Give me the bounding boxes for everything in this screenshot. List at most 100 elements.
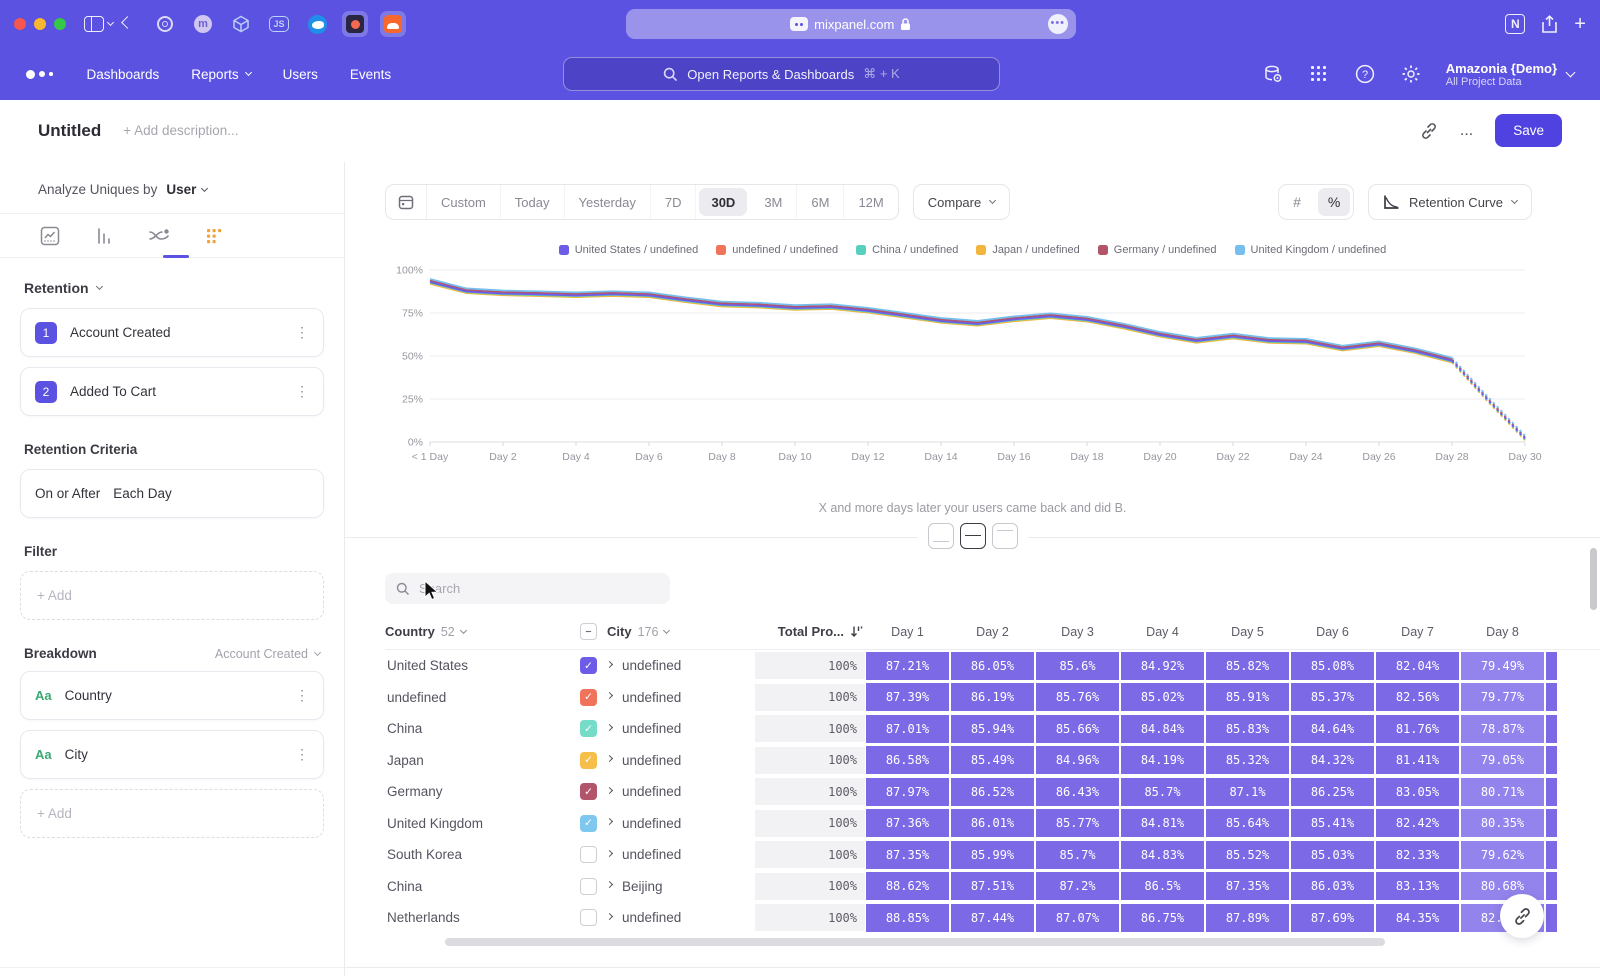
retention-cell-day-3[interactable]: 85.6%	[1036, 652, 1119, 680]
retention-cell-day-8[interactable]: 79.49%	[1461, 652, 1544, 680]
event-step-2[interactable]: 2 Added To Cart ⋮	[20, 367, 324, 416]
retention-cell-day-6[interactable]: 87.69%	[1291, 904, 1374, 932]
legend-item-germany-undefined[interactable]: Germany / undefined	[1098, 244, 1217, 256]
retention-cell-day-1[interactable]: 87.21%	[866, 652, 949, 680]
minimize-window-button[interactable]	[34, 18, 46, 30]
row-checkbox[interactable]	[580, 846, 597, 863]
close-window-button[interactable]	[14, 18, 26, 30]
legend-item-japan-undefined[interactable]: Japan / undefined	[976, 244, 1079, 256]
url-more-button[interactable]: •••	[1048, 14, 1068, 34]
retention-chart[interactable]: 100%75%50%25%0%< 1 DayDay 2Day 4Day 6Day…	[385, 260, 1545, 494]
nav-item-events[interactable]: Events	[350, 67, 391, 82]
retention-cell-day-8[interactable]: 78.87%	[1461, 715, 1544, 743]
copy-link-icon[interactable]	[1420, 122, 1438, 140]
back-button[interactable]	[123, 21, 132, 27]
column-header-day-8[interactable]: Day 8	[1460, 625, 1545, 639]
table-row-undefined-undefined[interactable]: undefined✓undefined100%87.39%86.19%85.76…	[385, 682, 1600, 714]
project-selector[interactable]: Amazonia {Demo} All Project Data	[1446, 61, 1574, 88]
retention-cell-day-2[interactable]: 86.01%	[951, 809, 1034, 837]
table-row-united-states-undefined[interactable]: United States✓undefined100%87.21%86.05%8…	[385, 650, 1600, 682]
retention-cell-day-6[interactable]: 84.64%	[1291, 715, 1374, 743]
row-checkbox[interactable]: ✓	[580, 752, 597, 769]
retention-cell-day-7[interactable]: 82.33%	[1376, 841, 1459, 869]
retention-cell-day-7[interactable]: 82.04%	[1376, 652, 1459, 680]
retention-cell-day-1[interactable]: 87.39%	[866, 683, 949, 711]
productboard-tab[interactable]	[342, 11, 368, 37]
retention-cell-day-2[interactable]: 86.05%	[951, 652, 1034, 680]
retention-cell-day-6[interactable]: 85.37%	[1291, 683, 1374, 711]
table-row-china-beijing[interactable]: ChinaBeijing100%88.62%87.51%87.2%86.5%87…	[385, 871, 1600, 903]
retention-cell-day-5[interactable]: 87.89%	[1206, 904, 1289, 932]
column-header-day-4[interactable]: Day 4	[1120, 625, 1205, 639]
kebab-menu-icon[interactable]: ⋮	[295, 383, 309, 400]
soundcloud-tab[interactable]	[380, 11, 406, 37]
retention-cell-day-1[interactable]: 87.35%	[866, 841, 949, 869]
m-avatar-tab[interactable]: m	[190, 11, 216, 37]
row-checkbox[interactable]	[580, 909, 597, 926]
tab-insights[interactable]	[40, 226, 60, 246]
row-checkbox[interactable]: ✓	[580, 689, 597, 706]
apps-grid-icon[interactable]	[1308, 63, 1330, 85]
analyze-uniques-row[interactable]: Analyze Uniques by User	[0, 166, 344, 214]
column-header-day-2[interactable]: Day 2	[950, 625, 1035, 639]
retention-cell-day-4[interactable]: 85.7%	[1121, 778, 1204, 806]
expand-row-icon[interactable]	[606, 818, 613, 825]
add-filter-button[interactable]: + Add	[20, 571, 324, 620]
count-toggle[interactable]: #	[1279, 185, 1315, 219]
retention-cell-day-6[interactable]: 85.03%	[1291, 841, 1374, 869]
nav-item-dashboards[interactable]: Dashboards	[87, 67, 160, 82]
retention-cell-day-2[interactable]: 87.44%	[951, 904, 1034, 932]
add-description[interactable]: + Add description...	[123, 123, 238, 138]
retention-cell-day-2[interactable]: 85.94%	[951, 715, 1034, 743]
share-link-fab[interactable]	[1500, 894, 1544, 938]
retention-cell-day-1[interactable]: 87.01%	[866, 715, 949, 743]
retention-cell-day-4[interactable]: 85.02%	[1121, 683, 1204, 711]
new-tab-button[interactable]: +	[1574, 13, 1586, 36]
add-breakdown-button[interactable]: + Add	[20, 789, 324, 838]
retention-cell-day-8[interactable]: 79.77%	[1461, 683, 1544, 711]
expand-row-icon[interactable]	[606, 755, 613, 762]
country-column-header[interactable]: Country 52	[385, 624, 580, 639]
zoom-window-button[interactable]	[54, 18, 66, 30]
row-checkbox[interactable]: ✓	[580, 783, 597, 800]
total-column-header[interactable]: Total Pro...	[755, 624, 865, 639]
retention-cell-day-5[interactable]: 85.83%	[1206, 715, 1289, 743]
retention-cell-day-2[interactable]: 86.19%	[951, 683, 1034, 711]
table-only-view-button[interactable]	[992, 523, 1018, 549]
row-checkbox[interactable]: ✓	[580, 657, 597, 674]
retention-cell-day-6[interactable]: 86.25%	[1291, 778, 1374, 806]
range-3m[interactable]: 3M	[750, 185, 797, 219]
global-search[interactable]: Open Reports & Dashboards ⌘ + K	[563, 57, 1000, 91]
retention-cell-day-5[interactable]: 85.91%	[1206, 683, 1289, 711]
chart-only-view-button[interactable]	[928, 523, 954, 549]
retention-cell-day-1[interactable]: 88.85%	[866, 904, 949, 932]
retention-cell-day-4[interactable]: 84.19%	[1121, 746, 1204, 774]
range-today[interactable]: Today	[501, 185, 565, 219]
retention-cell-day-8[interactable]: 79.05%	[1461, 746, 1544, 774]
select-all-checkbox[interactable]: −	[580, 623, 597, 640]
retention-cell-day-4[interactable]: 84.83%	[1121, 841, 1204, 869]
retention-cell-day-5[interactable]: 85.32%	[1206, 746, 1289, 774]
percent-toggle[interactable]: %	[1318, 188, 1350, 216]
expand-row-icon[interactable]	[606, 850, 613, 857]
retention-cell-day-4[interactable]: 84.81%	[1121, 809, 1204, 837]
settings-gear-icon[interactable]	[1400, 63, 1422, 85]
retention-cell-day-3[interactable]: 85.76%	[1036, 683, 1119, 711]
criteria-interval[interactable]: Each Day	[113, 486, 172, 501]
row-checkbox[interactable]: ✓	[580, 720, 597, 737]
range-6m[interactable]: 6M	[797, 185, 844, 219]
retention-cell-day-2[interactable]: 87.51%	[951, 872, 1034, 900]
legend-item-united-states-undefined[interactable]: United States / undefined	[559, 244, 699, 256]
range-12m[interactable]: 12M	[844, 185, 897, 219]
retention-cell-day-2[interactable]: 86.52%	[951, 778, 1034, 806]
kebab-menu-icon[interactable]: ⋮	[295, 324, 309, 341]
share-icon[interactable]	[1541, 15, 1558, 34]
chart-type-button[interactable]: Retention Curve	[1368, 184, 1532, 220]
retention-cell-day-7[interactable]: 81.41%	[1376, 746, 1459, 774]
retention-cell-day-8[interactable]: 79.62%	[1461, 841, 1544, 869]
expand-row-icon[interactable]	[606, 724, 613, 731]
cube-tab[interactable]	[228, 11, 254, 37]
legend-item-undefined-undefined[interactable]: undefined / undefined	[716, 244, 838, 256]
retention-cell-day-5[interactable]: 87.1%	[1206, 778, 1289, 806]
retention-cell-day-5[interactable]: 85.52%	[1206, 841, 1289, 869]
